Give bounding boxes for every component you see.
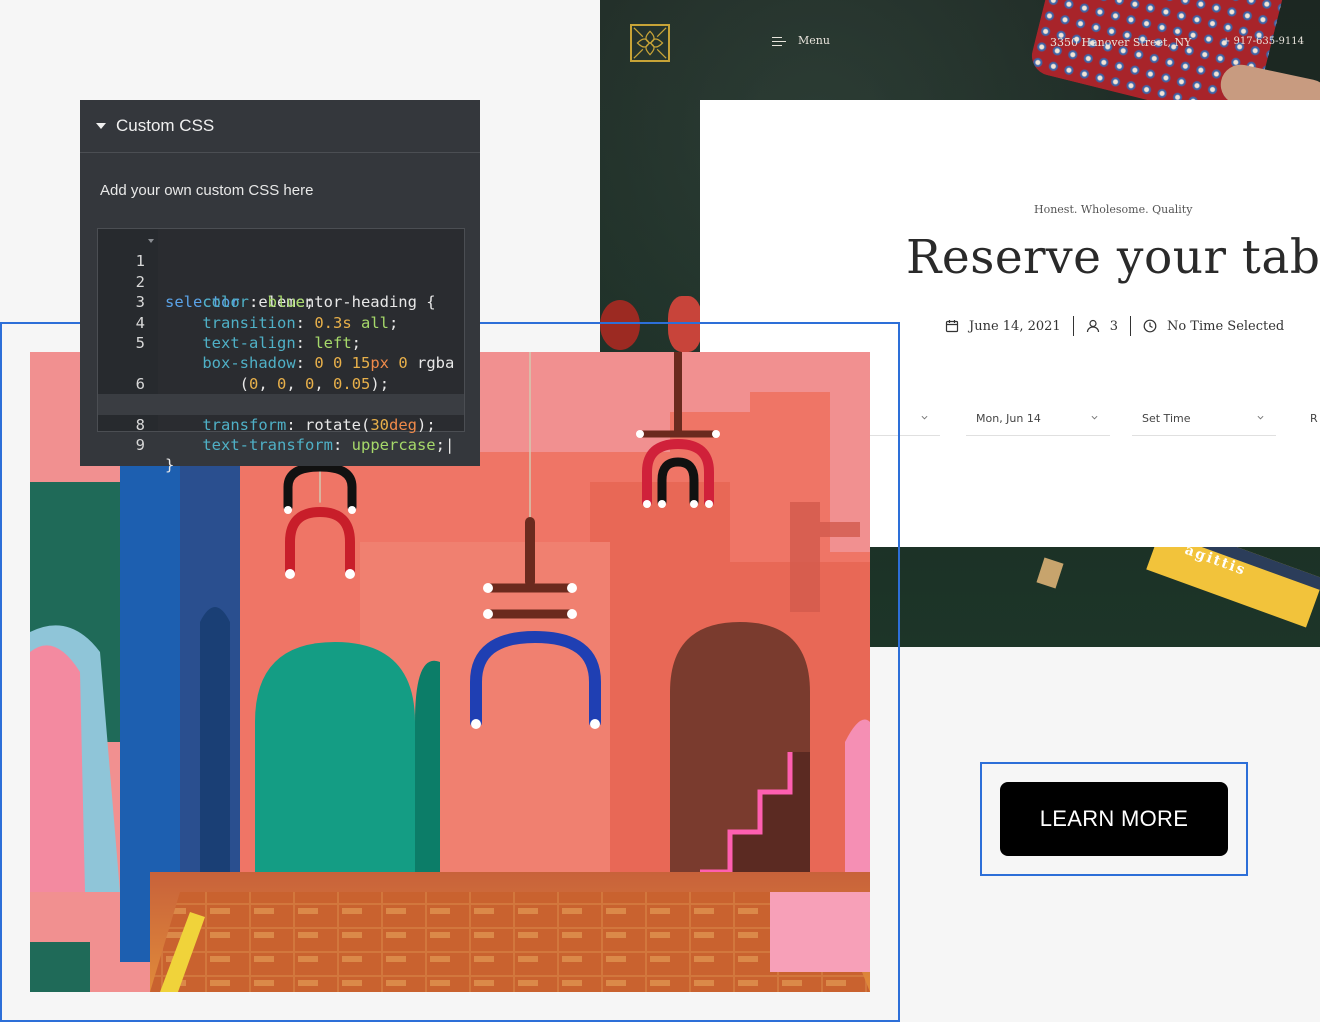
booking-guests[interactable]: 3 [1110,319,1118,334]
pomegranate [600,300,640,350]
code-line: 6 border-radius: 5px; [135,374,380,413]
code-line: 1 selector .elementor-heading { [98,231,464,311]
select-label: Mon, Jun 14 [976,412,1041,425]
css-code-editor[interactable]: 1 selector .elementor-heading { 2 color:… [97,228,465,475]
chevron-down-icon [921,414,928,421]
address-link[interactable]: 3350 Hanover Street, NY [1050,36,1191,49]
pomegranate-half [668,296,702,352]
booking-date[interactable]: June 14, 2021 [969,319,1061,334]
fold-arrow-icon[interactable] [148,238,154,244]
menu-label: Menu [798,34,830,47]
reserve-button-partial[interactable]: R [1300,406,1320,436]
code-lines: 1 selector .elementor-heading { 2 color:… [98,231,464,475]
panel-title: Custom CSS [116,116,215,135]
panel-description: Add your own custom CSS here [100,182,314,199]
hamburger-icon [772,36,786,46]
booking-time[interactable]: No Time Selected [1167,319,1284,334]
clock-icon [1143,319,1157,333]
reserve-heading: Reserve your table [906,230,1320,285]
phone-link[interactable]: + 917-635-9114 [1222,36,1304,47]
logo-icon[interactable] [630,24,670,62]
book-text: agittis [1182,542,1249,580]
code-line: 5 box-shadow: 0 0 15px 0 rgba [135,333,455,373]
chevron-down-icon [1091,414,1098,421]
code-line: 2 color: blue; [135,272,315,312]
divider [1129,316,1131,336]
calendar-icon [945,319,959,333]
time-select[interactable]: Set Time [1132,406,1276,436]
learn-more-button[interactable]: LEARN MORE [1000,782,1228,856]
select-label: R [1310,412,1318,425]
custom-css-panel: Custom CSS Add your own custom CSS here … [80,100,480,475]
tagline: Honest. Wholesome. Quality [1034,203,1193,216]
select-label: Set Time [1142,412,1191,425]
code-line: 9 } [135,435,175,475]
code-line: 3 transition: 0.3s all; [135,293,399,332]
code-line-active: 8 text-transform: uppercase;| [98,394,464,454]
custom-css-header[interactable]: Custom CSS [80,100,480,153]
code-line: 4 text-align: left; [135,313,361,352]
user-icon [1086,319,1100,333]
chevron-down-icon [1257,414,1264,421]
code-line: (0, 0, 0, 0.05); [165,374,390,393]
caret-down-icon [96,121,106,131]
date-select[interactable]: Mon, Jun 14 [966,406,1110,436]
divider [1072,316,1074,336]
booking-summary: June 14, 2021 3 No Time Selected [945,316,1284,336]
code-line: 7 transform: rotate(30deg); [136,395,436,434]
menu-button[interactable]: Menu [772,34,830,47]
